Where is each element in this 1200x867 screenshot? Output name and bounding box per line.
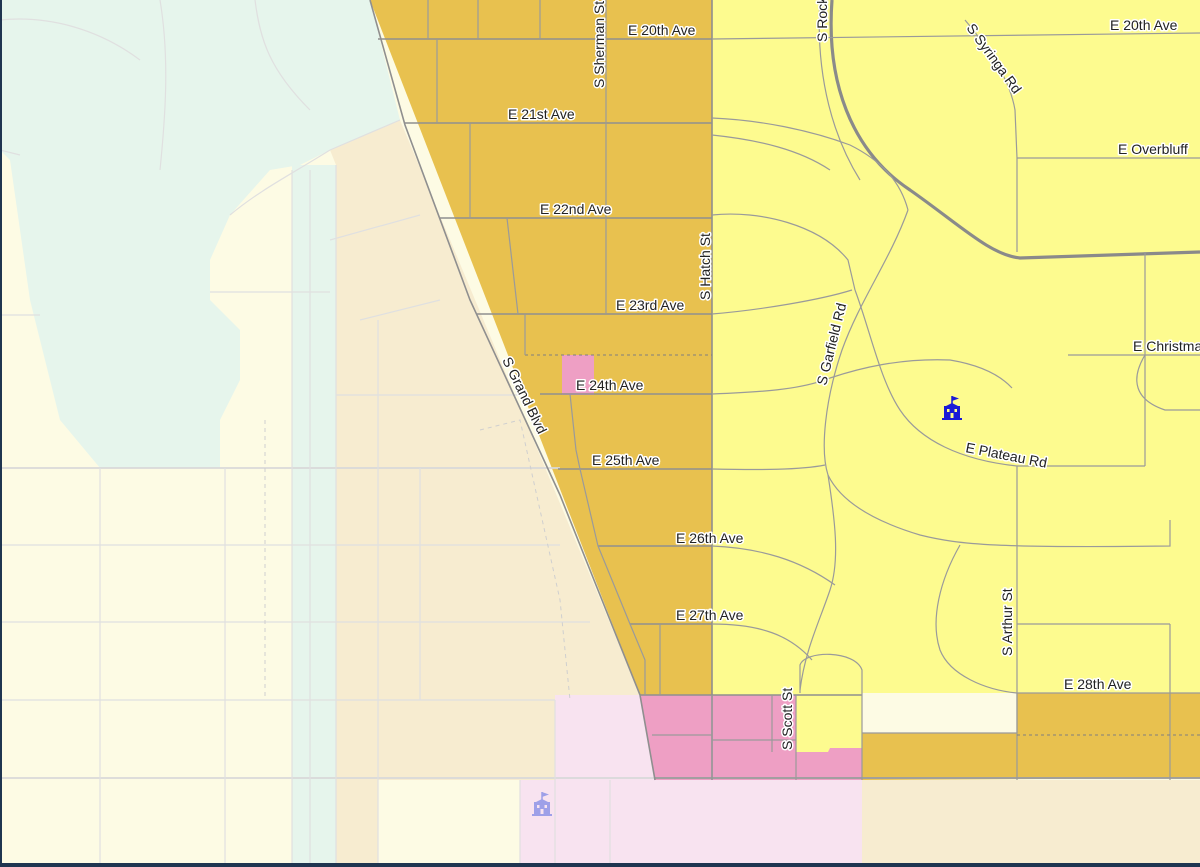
map-canvas: E 20th Ave E 20th Ave S Sherman St S Roc…	[0, 0, 1200, 867]
label-e-20th-ave-east: E 20th Ave	[1110, 17, 1178, 33]
label-e-24th-ave: E 24th Ave	[576, 377, 644, 393]
label-e-22nd-ave: E 22nd Ave	[540, 201, 612, 217]
label-s-rockwood: S Rock	[814, 0, 830, 42]
label-e-21st-ave: E 21st Ave	[508, 106, 575, 122]
light-yellow-zone	[712, 0, 1200, 780]
label-e-27th-ave: E 27th Ave	[676, 607, 744, 623]
label-e-26th-ave: E 26th Ave	[676, 530, 744, 546]
faded-tan-south	[862, 780, 1200, 867]
label-e-23rd-ave: E 23rd Ave	[616, 297, 684, 313]
label-s-scott-st: S Scott St	[779, 688, 795, 750]
label-e-20th-ave: E 20th Ave	[628, 22, 696, 38]
label-e-25th-ave: E 25th Ave	[592, 452, 660, 468]
label-e-christmas: E Christma	[1133, 338, 1200, 354]
label-s-arthur-st: S Arthur St	[999, 588, 1015, 656]
label-e-overbluff: E Overbluff	[1118, 141, 1188, 157]
label-e-28th-ave: E 28th Ave	[1064, 676, 1132, 692]
faded-greenway	[292, 165, 336, 865]
label-s-sherman-st: S Sherman St	[591, 1, 607, 88]
zoning-map[interactable]: E 20th Ave E 20th Ave S Sherman St S Roc…	[0, 0, 1200, 867]
label-s-hatch-st: S Hatch St	[697, 233, 713, 300]
